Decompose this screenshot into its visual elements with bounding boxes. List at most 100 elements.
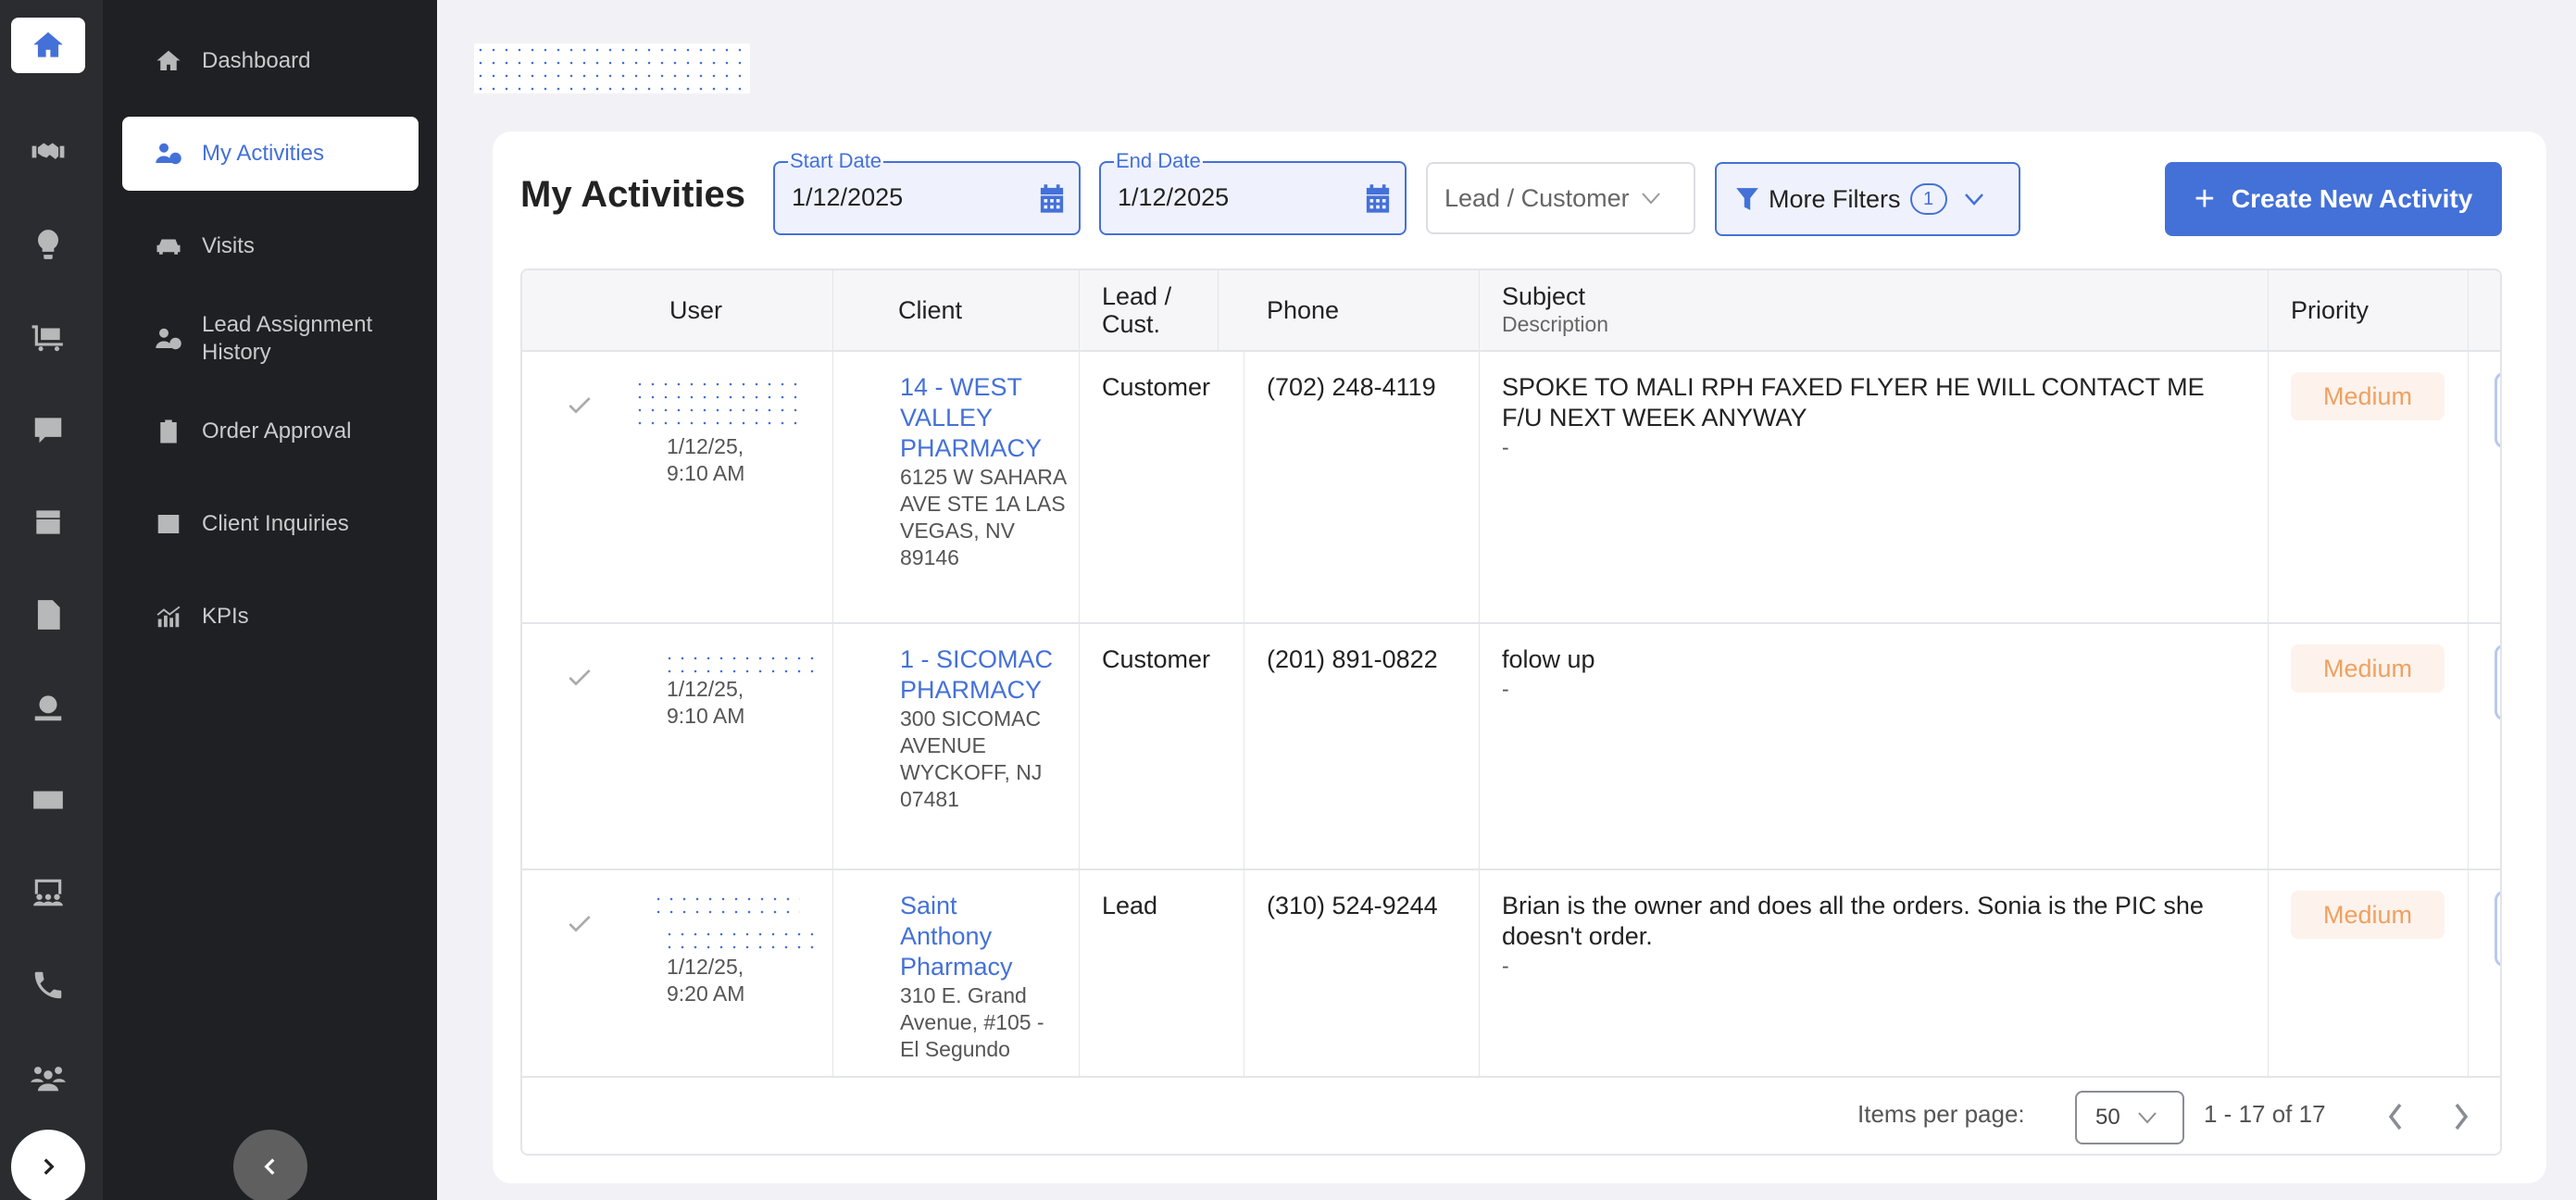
client-address: 300 SICOMAC AVENUE WYCKOFF, NJ 07481 — [900, 706, 1043, 811]
check-icon[interactable] — [565, 663, 594, 693]
lightbulb-dollar-icon — [38, 230, 58, 259]
rail-home[interactable] — [11, 18, 85, 73]
row-action-button[interactable] — [2495, 891, 2500, 967]
user-clock-icon — [141, 140, 196, 168]
phone-icon — [34, 971, 62, 999]
nav-item-label: My Activities — [202, 141, 325, 166]
client-address: 6125 W SAHARA AVE STE 1A LAS VEGAS, NV 8… — [900, 465, 1066, 569]
priority-badge: Medium — [2291, 372, 2445, 420]
items-per-page-label: Items per page: — [1857, 1100, 2025, 1128]
items-per-page-value: 50 — [2095, 1105, 2120, 1130]
chevron-down-icon — [2137, 1112, 2157, 1124]
rail-team[interactable] — [11, 1050, 85, 1106]
end-date-field[interactable]: End Date 1/12/2025 — [1099, 149, 1407, 235]
column-header-actions — [2469, 270, 2500, 350]
table-pagination: Items per page: 50 1 - 17 of 17 — [522, 1076, 2500, 1154]
rail-invoices[interactable] — [11, 587, 85, 643]
users-icon — [31, 1067, 66, 1092]
phone-number: (310) 524-9244 — [1267, 892, 1438, 919]
clipboard-list-icon — [141, 418, 196, 445]
user-avatar-redacted — [652, 893, 800, 919]
company-logo — [474, 44, 750, 94]
column-header-phone: Phone — [1244, 270, 1480, 350]
collapse-nav-button[interactable] — [233, 1130, 307, 1200]
chevron-right-icon — [44, 1158, 55, 1175]
rail-deliveries[interactable] — [11, 494, 85, 550]
rail-deals[interactable] — [11, 124, 85, 180]
description-text: - — [1502, 677, 1509, 701]
client-link[interactable]: 1 - SICOMAC PHARMACY 300 SICOMAC AVENUE … — [900, 644, 1057, 813]
create-new-activity-button[interactable]: + Create New Activity — [2165, 162, 2502, 236]
rail-training[interactable] — [11, 865, 85, 920]
client-link[interactable]: 14 - WEST VALLEY PHARMACY 6125 W SAHARA … — [900, 372, 1067, 571]
hand-holding-dollar-icon — [34, 695, 62, 721]
check-icon[interactable] — [565, 909, 594, 939]
activity-datetime: 1/12/25, 9:10 AM — [667, 434, 745, 485]
nav-item-visits[interactable]: Visits — [122, 209, 419, 283]
chevron-right-icon — [2455, 1103, 2469, 1131]
table-row[interactable]: 1/12/25, 9:10 AM 1 - SICOMAC PHARMACY 30… — [522, 624, 2500, 870]
nav-item-lead-assignment-history[interactable]: Lead Assignment History — [122, 302, 419, 376]
phone-number: (702) 248-4119 — [1267, 373, 1436, 401]
row-action-button[interactable] — [2495, 372, 2500, 448]
plus-icon: + — [2194, 180, 2215, 219]
start-date-field[interactable]: Start Date 1/12/2025 — [773, 149, 1081, 235]
start-date-value: 1/12/2025 — [792, 183, 904, 211]
home-icon — [141, 47, 196, 75]
page-range-label: 1 - 17 of 17 — [2204, 1100, 2326, 1128]
rail-orders[interactable] — [11, 309, 85, 365]
more-filters-button[interactable]: More Filters 1 — [1715, 162, 2020, 236]
icon-rail — [0, 0, 103, 1200]
page-title: My Activities — [520, 174, 746, 215]
comment-dollar-icon — [34, 418, 62, 444]
subject-text: folow up - — [1502, 644, 2233, 703]
client-link[interactable]: Saint Anthony Pharmacy 310 E. Grand Aven… — [900, 891, 1048, 1063]
client-address: 310 E. Grand Avenue, #105 - El Segundo — [900, 983, 1044, 1061]
chevron-left-icon — [264, 1158, 275, 1175]
expand-rail-button[interactable] — [11, 1130, 85, 1200]
user-avatar-redacted — [663, 652, 817, 678]
home-icon — [33, 31, 63, 57]
chevron-down-icon — [1641, 193, 1660, 205]
rail-billing[interactable] — [11, 772, 85, 828]
nav-item-my-activities[interactable]: My Activities — [122, 117, 419, 191]
description-text: - — [1502, 435, 1509, 459]
rail-quotes[interactable] — [11, 402, 85, 457]
table-row[interactable]: 1/12/25, 9:10 AM 14 - WEST VALLEY PHARMA… — [522, 352, 2500, 624]
check-icon[interactable] — [565, 391, 594, 420]
column-header-priority: Priority — [2269, 270, 2469, 350]
money-check-icon — [33, 791, 63, 809]
column-header-subject: Subject Description — [1480, 270, 2269, 350]
rail-calls[interactable] — [11, 957, 85, 1013]
chevron-left-icon — [2388, 1103, 2402, 1131]
user-clock-icon — [141, 325, 196, 353]
nav-item-order-approval[interactable]: Order Approval — [122, 394, 419, 469]
column-header-lead-cust: Lead / Cust. — [1080, 270, 1219, 350]
next-page-button[interactable] — [2443, 1098, 2480, 1135]
table-row[interactable]: 1/12/25, 9:20 AM Saint Anthony Pharmacy … — [522, 870, 2500, 1093]
handshake-icon — [31, 143, 65, 159]
dolly-cart-icon — [31, 325, 63, 352]
activity-datetime: 1/12/25, 9:10 AM — [667, 677, 745, 728]
priority-badge: Medium — [2291, 644, 2445, 693]
nav-item-client-inquiries[interactable]: Client Inquiries — [122, 487, 419, 561]
items-per-page-select[interactable]: 50 — [2075, 1091, 2184, 1144]
previous-page-button[interactable] — [2377, 1098, 2414, 1135]
calendar-icon[interactable] — [1364, 183, 1392, 215]
car-icon — [141, 232, 196, 260]
chalkboard-users-icon — [33, 879, 63, 906]
rail-payments[interactable] — [11, 680, 85, 735]
lead-customer-type: Lead — [1102, 892, 1158, 919]
lead-customer-type: Customer — [1102, 373, 1211, 401]
lead-customer-select[interactable]: Lead / Customer — [1426, 162, 1695, 234]
nav-item-label: Dashboard — [202, 48, 311, 73]
rail-opportunities[interactable] — [11, 217, 85, 272]
nav-item-dashboard[interactable]: Dashboard — [122, 24, 419, 98]
row-action-button[interactable] — [2495, 644, 2500, 720]
nav-item-label: Lead Assignment History — [202, 312, 373, 365]
calendar-icon[interactable] — [1038, 183, 1066, 215]
box-check-icon — [36, 510, 60, 534]
activities-table: User Client Lead / Cust. Phone Subject D… — [520, 269, 2502, 1156]
nav-item-kpis[interactable]: KPIs — [122, 580, 419, 654]
phone-number: (201) 891-0822 — [1267, 645, 1438, 673]
